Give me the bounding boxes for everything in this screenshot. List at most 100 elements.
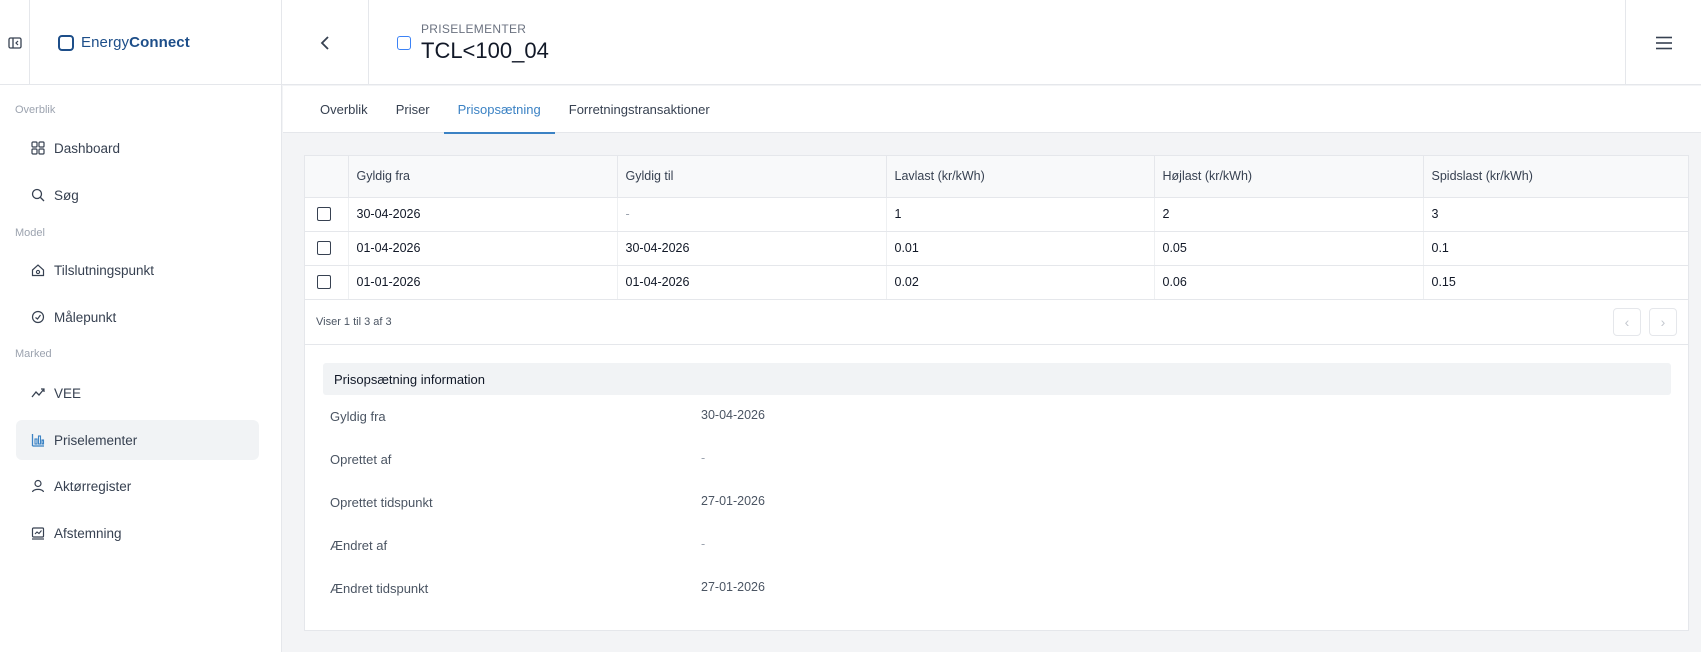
row-checkbox[interactable] [317, 275, 331, 289]
table-row[interactable]: 01-01-2026 01-04-2026 0.02 0.06 0.15 [305, 265, 1688, 300]
chevron-left-icon: ‹ [1624, 313, 1630, 330]
pagination-summary: Viser 1 til 3 af 3 [316, 315, 392, 328]
next-page-button[interactable]: › [1649, 307, 1677, 336]
table-header-row: Gyldig fra Gyldig til Lavlast (kr/kWh) H… [305, 156, 1688, 198]
tab-priser[interactable]: Priser [382, 86, 444, 133]
cell-gyldig-fra: 01-01-2026 [348, 265, 618, 300]
info-label-oprettet-tidspunkt: Oprettet tidspunkt [330, 495, 433, 510]
cell-gyldig-til: 01-04-2026 [617, 265, 887, 300]
price-setup-table-card: Gyldig fra Gyldig til Lavlast (kr/kWh) H… [304, 155, 1689, 345]
sidebar-item-dashboard[interactable]: Dashboard [16, 128, 259, 168]
sidebar: Overblik Dashboard Søg Model Tilslutning… [0, 85, 282, 652]
page-eyebrow: PRISELEMENTER [421, 21, 527, 36]
column-header-lavlast[interactable]: Lavlast (kr/kWh) [886, 156, 1155, 198]
tab-overblik[interactable]: Overblik [306, 86, 382, 133]
tab-prisopsaetning[interactable]: Prisopsætning [443, 86, 555, 134]
cell-hojlast: 0.05 [1154, 231, 1424, 266]
table-footer: Viser 1 til 3 af 3 ‹ › [305, 300, 1688, 344]
sidebar-item-label: Aktørregister [54, 478, 132, 494]
chart-icon [30, 432, 46, 448]
sidebar-item-priselementer[interactable]: Priselementer [16, 420, 259, 460]
menu-button[interactable] [1625, 0, 1701, 85]
page-title: TCL<100_04 [421, 37, 549, 63]
sidebar-item-malepunkt[interactable]: Målepunkt [16, 297, 259, 337]
logo-text-part2: Connect [129, 34, 190, 51]
sidebar-item-label: Søg [54, 187, 79, 203]
sidebar-item-label: Priselementer [54, 432, 138, 448]
info-label-oprettet-af: Oprettet af [330, 452, 392, 467]
cell-gyldig-fra: 30-04-2026 [348, 197, 618, 232]
logo-icon [58, 34, 74, 51]
sidebar-item-tilslutningspunkt[interactable]: Tilslutningspunkt [16, 250, 259, 290]
panel-collapse-icon [7, 36, 22, 49]
row-checkbox[interactable] [317, 241, 331, 255]
cell-hojlast: 2 [1154, 197, 1424, 232]
sidebar-toggle-button[interactable] [0, 0, 30, 85]
info-label-gyldig-fra: Gyldig fra [330, 409, 386, 424]
select-column-header [305, 156, 349, 198]
check-chart-icon [30, 525, 46, 541]
logo-text-part1: Energy [81, 34, 130, 51]
sidebar-section-model: Model [15, 227, 45, 239]
info-value-aendret-af: - [701, 537, 706, 551]
sidebar-item-search[interactable]: Søg [16, 175, 259, 215]
pagination: ‹ › [1613, 307, 1677, 336]
cell-spidslast: 0.1 [1423, 231, 1688, 266]
top-header: EnergyConnect PRISELEMENTER TCL<100_04 [0, 0, 1701, 85]
row-select-cell [305, 265, 349, 300]
cell-gyldig-til: - [617, 197, 887, 232]
logo-text: EnergyConnect [81, 34, 190, 51]
column-header-spidslast[interactable]: Spidslast (kr/kWh) [1423, 156, 1688, 198]
sidebar-item-label: Afstemning [54, 525, 122, 541]
chevron-left-icon [320, 35, 329, 50]
sidebar-section-overview: Overblik [15, 104, 56, 116]
row-select-cell [305, 231, 349, 266]
trend-icon [30, 385, 46, 401]
prev-page-button[interactable]: ‹ [1613, 307, 1641, 336]
element-icon [397, 36, 411, 50]
info-value-aendret-tidspunkt: 27-01-2026 [701, 580, 765, 594]
sidebar-section-market: Marked [15, 348, 52, 360]
price-setup-table: Gyldig fra Gyldig til Lavlast (kr/kWh) H… [305, 156, 1688, 300]
sidebar-item-label: Målepunkt [54, 309, 117, 325]
chevron-right-icon: › [1660, 313, 1666, 330]
sidebar-item-vee[interactable]: VEE [16, 373, 259, 413]
cell-lavlast: 0.02 [886, 265, 1155, 300]
info-card-title: Prisopsætning information [323, 363, 1671, 395]
grid-icon [30, 140, 46, 156]
user-icon [30, 478, 46, 494]
column-header-gyldig-til[interactable]: Gyldig til [617, 156, 887, 198]
row-select-cell [305, 197, 349, 232]
price-setup-info-card: Prisopsætning information Gyldig fra 30-… [304, 344, 1689, 631]
table-row[interactable]: 01-04-2026 30-04-2026 0.01 0.05 0.1 [305, 231, 1688, 266]
tab-bar: Overblik Priser Prisopsætning Forretning… [283, 86, 1701, 134]
title-block: PRISELEMENTER TCL<100_04 [421, 22, 549, 64]
house-icon [30, 262, 46, 278]
tab-forretningstransaktioner[interactable]: Forretningstransaktioner [555, 86, 724, 133]
sidebar-item-afstemning[interactable]: Afstemning [16, 513, 259, 553]
table-row[interactable]: 30-04-2026 - 1 2 3 [305, 197, 1688, 232]
search-icon [30, 187, 46, 203]
hamburger-icon [1655, 36, 1672, 49]
logo[interactable]: EnergyConnect [30, 0, 282, 85]
cell-spidslast: 0.15 [1423, 265, 1688, 300]
info-value-gyldig-fra: 30-04-2026 [701, 408, 765, 422]
info-label-aendret-tidspunkt: Ændret tidspunkt [330, 581, 429, 596]
sidebar-item-label: Dashboard [54, 140, 121, 156]
info-value-oprettet-af: - [701, 451, 706, 465]
cell-spidslast: 3 [1423, 197, 1688, 232]
cell-hojlast: 0.06 [1154, 265, 1424, 300]
sidebar-item-label: Tilslutningspunkt [54, 262, 155, 278]
cell-gyldig-fra: 01-04-2026 [348, 231, 618, 266]
page-header: PRISELEMENTER TCL<100_04 [369, 0, 1625, 85]
back-button[interactable] [282, 0, 369, 85]
info-value-oprettet-tidspunkt: 27-01-2026 [701, 494, 765, 508]
column-header-gyldig-fra[interactable]: Gyldig fra [348, 156, 618, 198]
gauge-icon [30, 309, 46, 325]
cell-lavlast: 1 [886, 197, 1155, 232]
cell-gyldig-til: 30-04-2026 [617, 231, 887, 266]
row-checkbox[interactable] [317, 207, 331, 221]
column-header-hojlast[interactable]: Højlast (kr/kWh) [1154, 156, 1424, 198]
sidebar-item-label: VEE [54, 385, 82, 401]
sidebar-item-aktorregister[interactable]: Aktørregister [16, 466, 259, 506]
